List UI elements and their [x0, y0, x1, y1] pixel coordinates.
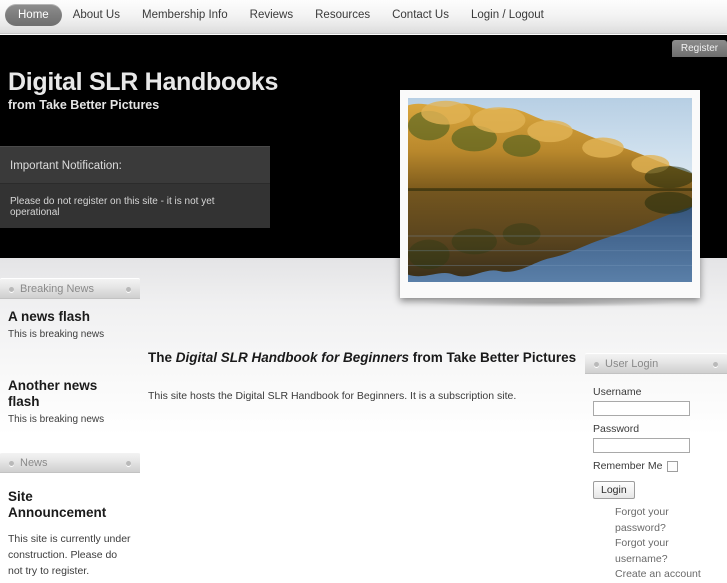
site-header: Register Digital SLR Handbooks from Take… [0, 35, 727, 307]
module-dot-left-icon [9, 287, 14, 292]
list-item: Forgot your username? [615, 536, 719, 567]
list-item: A news flash This is breaking news [0, 299, 140, 342]
main-content: The Digital SLR Handbook for Beginners f… [148, 350, 578, 405]
list-item: Create an account [615, 567, 719, 583]
news-module: News Site Announcement This site is curr… [0, 451, 140, 580]
page-title: The Digital SLR Handbook for Beginners f… [148, 350, 578, 367]
site-announcement-text: This site is currently under constructio… [8, 532, 131, 578]
module-dot-right-icon [713, 362, 718, 367]
user-login-module-title: User Login [605, 358, 659, 370]
breaking-news-module-body: A news flash This is breaking news Anoth… [0, 299, 140, 427]
header-photo-frame [400, 90, 700, 307]
article-title-suffix: from Take Better Pictures [409, 350, 577, 365]
nav-item-contact-us[interactable]: Contact Us [381, 4, 460, 26]
username-input[interactable] [593, 401, 690, 416]
site-announcement-title[interactable]: Site Announcement [0, 473, 140, 521]
forgot-password-link[interactable]: Forgot your password? [615, 506, 669, 534]
create-account-link[interactable]: Create an account [615, 568, 701, 580]
left-sidebar: Breaking News A news flash This is break… [0, 278, 140, 580]
notification-text: Please do not register on this site - it… [0, 184, 270, 228]
important-notification-module: Important Notification: Please do not re… [0, 146, 270, 228]
remember-me-row: Remember Me [593, 460, 719, 472]
photo-artwork [408, 98, 692, 282]
news-item-title[interactable]: A news flash [8, 309, 132, 325]
notification-title: Important Notification: [0, 146, 270, 184]
nav-item-resources[interactable]: Resources [304, 4, 381, 26]
nav-item-home[interactable]: Home [5, 4, 62, 26]
list-item: Forgot your password? [615, 505, 719, 536]
nav-item-login-logout[interactable]: Login / Logout [460, 4, 555, 26]
user-login-form: Username Password Remember Me Login Forg… [585, 374, 727, 583]
password-input[interactable] [593, 438, 690, 453]
site-title: Digital SLR Handbooks [8, 68, 279, 96]
module-dot-left-icon [594, 362, 599, 367]
login-help-links: Forgot your password? Forgot your userna… [593, 505, 719, 583]
remember-me-checkbox[interactable] [667, 460, 679, 472]
right-sidebar: User Login Username Password Remember Me… [585, 353, 727, 583]
news-module-body: Site Announcement This site is currently… [0, 473, 140, 580]
site-subtitle: from Take Better Pictures [8, 98, 160, 112]
article-body: This site hosts the Digital SLR Handbook… [148, 389, 517, 402]
list-item: Another news flash This is breaking news [0, 368, 140, 427]
nav-item-membership-info[interactable]: Membership Info [131, 4, 239, 26]
register-button[interactable]: Register [672, 40, 727, 57]
username-label: Username [593, 386, 642, 398]
news-module-title: News [20, 456, 48, 469]
article-title-emphasis: Digital SLR Handbook for Beginners [175, 350, 410, 365]
login-button[interactable]: Login [593, 481, 635, 499]
news-item-title[interactable]: Another news flash [8, 378, 132, 410]
main-menu: Home About Us Membership Info Reviews Re… [5, 4, 555, 26]
user-login-module-header: User Login [585, 353, 727, 374]
password-label: Password [593, 423, 640, 435]
top-navigation-bar: Home About Us Membership Info Reviews Re… [0, 0, 727, 34]
nav-item-about-us[interactable]: About Us [62, 4, 131, 26]
module-dot-right-icon [126, 460, 131, 466]
module-dot-right-icon [126, 287, 131, 292]
news-item-text: This is breaking news [8, 329, 105, 341]
news-item-text: This is breaking news [8, 414, 105, 426]
remember-me-label: Remember Me [593, 460, 663, 472]
autumn-trees-reflected-in-lake-photo [408, 98, 692, 282]
breaking-news-module-header: Breaking News [0, 278, 140, 299]
module-dot-left-icon [9, 460, 14, 466]
module-spacer [0, 427, 140, 452]
news-module-header: News [0, 451, 140, 473]
news-spacer [0, 342, 140, 368]
breaking-news-module: Breaking News A news flash This is break… [0, 278, 140, 427]
nav-item-reviews[interactable]: Reviews [239, 4, 304, 26]
forgot-username-link[interactable]: Forgot your username? [615, 537, 669, 565]
user-login-module: User Login Username Password Remember Me… [585, 353, 727, 583]
article-title-prefix: The [148, 350, 176, 365]
breaking-news-module-title: Breaking News [20, 283, 94, 295]
